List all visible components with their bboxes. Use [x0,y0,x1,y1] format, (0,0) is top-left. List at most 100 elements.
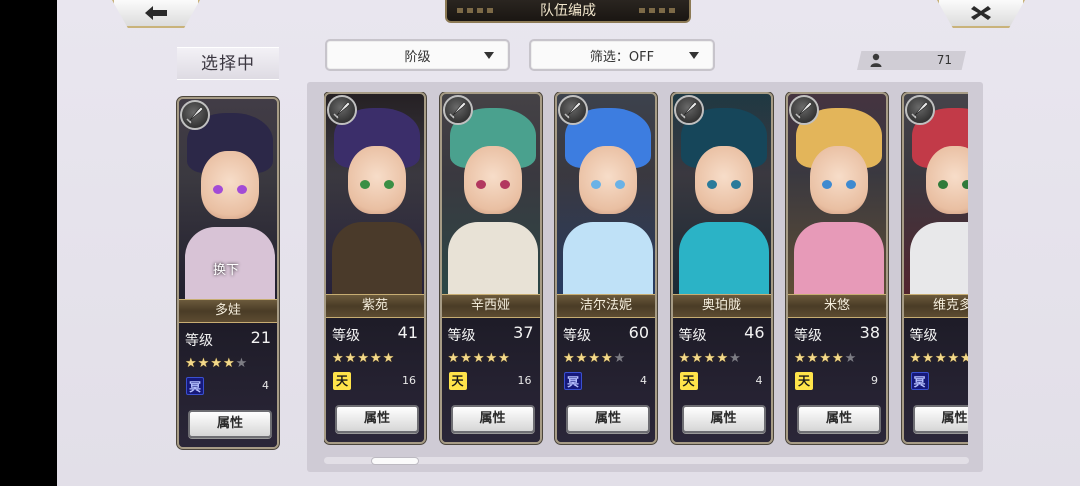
character-info: 等级 38 ★★★★★ 天 9 属性 [788,318,886,442]
attribute-button[interactable]: 属性 [335,405,419,433]
sword-icon [789,95,819,125]
level-label: 等级 [909,328,938,344]
chevron-down-icon [689,52,699,59]
star-icon: ★ [460,351,473,366]
character-name: 多娃 [179,299,277,323]
character-info: 等级 37 ★★★★★ 天 16 属性 [441,318,540,442]
level-value: 60 [628,323,649,342]
star-icon: ★ [369,351,383,366]
level-value: 41 [397,323,418,342]
team-formation-screen: 队伍编成 选择中 阶级 筛选：OFF 71 换下 多娃 等级 21 ★★★★★ 冥 4 属性 … [57,0,1080,486]
star-icon: ★ [222,356,236,371]
character-name: 维克多 [903,294,968,318]
star-icon: ★ [794,351,807,366]
sword-icon [558,95,588,125]
character-card[interactable]: 紫苑 等级 41 ★★★★★ 天 16 属性 [324,92,426,444]
character-eye-right [384,180,394,189]
character-info: 等级 46 ★★★★★ 天 4 属性 [672,318,771,442]
level-value: 21 [250,328,271,347]
attribute-button[interactable]: 属性 [797,405,881,433]
star-icon: ★ [934,351,948,366]
character-eye-left [213,185,223,194]
sword-icon [327,95,357,125]
star-icon: ★ [575,351,589,366]
character-card[interactable]: 辛西娅 等级 37 ★★★★★ 天 16 属性 [439,92,542,444]
character-face [810,146,868,214]
selected-character-card[interactable]: 换下 多娃 等级 21 ★★★★★ 冥 4 属性 [177,97,279,449]
page-title: 队伍编成 [445,0,691,23]
character-outfit [332,222,422,294]
affiliation-badge: 天 [448,372,467,390]
star-icon: ★ [922,351,935,366]
star-icon: ★ [344,351,358,366]
attribute-button[interactable]: 属性 [566,405,650,433]
character-card[interactable]: 洁尔法妮 等级 60 ★★★★★ 冥 4 属性 [555,92,657,444]
star-icon: ★ [831,351,845,366]
star-icon: ★ [806,351,820,366]
character-list[interactable]: 紫苑 等级 41 ★★★★★ 天 16 属性 辛西娅 等级 37 ★★★★★ 天 16 属性 洁尔法妮 等级 6… [324,92,968,452]
attribute-button[interactable]: 属性 [188,410,272,438]
character-card[interactable]: 奥珀胧 等级 46 ★★★★★ 天 4 属性 [670,92,773,444]
scrollbar-thumb[interactable] [371,457,419,465]
back-arrow-icon [145,6,167,20]
affiliation-count: 16 [402,374,416,387]
attribute-button[interactable]: 属性 [450,405,535,433]
character-name: 辛西娅 [441,294,540,318]
back-button[interactable] [112,0,200,28]
affiliation-count: 9 [871,374,878,387]
level-value: 38 [859,323,880,342]
character-outfit [563,222,653,294]
attribute-button[interactable]: 属性 [681,405,766,433]
level-label: 等级 [332,328,360,344]
filter-label: 筛选：OFF [589,49,655,65]
character-face [579,146,637,214]
character-face [694,146,753,214]
star-icon: ★ [844,351,858,366]
sword-icon [673,95,704,125]
star-icon: ★ [947,351,961,366]
level-value: 46 [744,323,765,342]
star-icon: ★ [485,351,499,366]
rarity-stars: ★★★★★ [332,351,395,366]
level-label: 等级 [563,328,591,344]
character-face [201,151,259,219]
affiliation-badge: 天 [679,372,698,390]
character-eye-right [961,180,968,189]
character-card[interactable]: 维克多等级★★★★★冥属性 [901,92,969,444]
rarity-stars: ★★★★★ [563,351,626,366]
character-name: 米悠 [788,294,886,318]
affiliation-badge: 冥 [186,377,204,395]
character-name: 紫苑 [326,294,424,318]
character-face [925,146,968,214]
character-info: 等级★★★★★冥属性 [903,318,969,442]
character-eye-right [846,180,856,189]
star-icon: ★ [332,351,345,366]
star-icon: ★ [678,351,692,366]
rarity-stars: ★★★★★ [679,351,742,366]
character-card[interactable]: 米悠 等级 38 ★★★★★ 天 9 属性 [786,92,888,444]
character-info: 等级 41 ★★★★★ 天 16 属性 [326,318,424,442]
star-icon: ★ [498,351,511,366]
star-icon: ★ [210,356,223,371]
chevron-down-icon [484,52,494,59]
star-icon: ★ [613,351,627,366]
attribute-button[interactable]: 属性 [912,405,968,433]
character-eye-right [615,180,625,189]
filter-dropdown[interactable]: 筛选：OFF [529,39,715,71]
rank-sort-dropdown[interactable]: 阶级 [325,39,510,71]
character-eye-left [475,180,486,189]
character-eye-right [237,185,247,194]
affiliation-count: 4 [640,374,647,387]
close-icon [971,6,991,20]
star-icon: ★ [819,351,832,366]
star-icon: ★ [691,351,704,366]
close-button[interactable] [937,0,1025,28]
star-icon: ★ [235,356,249,371]
star-icon: ★ [357,351,370,366]
rank-sort-label: 阶级 [404,49,431,65]
star-icon: ★ [472,351,486,366]
level-value: 37 [513,323,534,342]
rarity-stars: ★★★★★ [910,351,969,366]
rarity-stars: ★★★★★ [448,351,511,366]
scrollbar-track[interactable] [324,457,969,464]
